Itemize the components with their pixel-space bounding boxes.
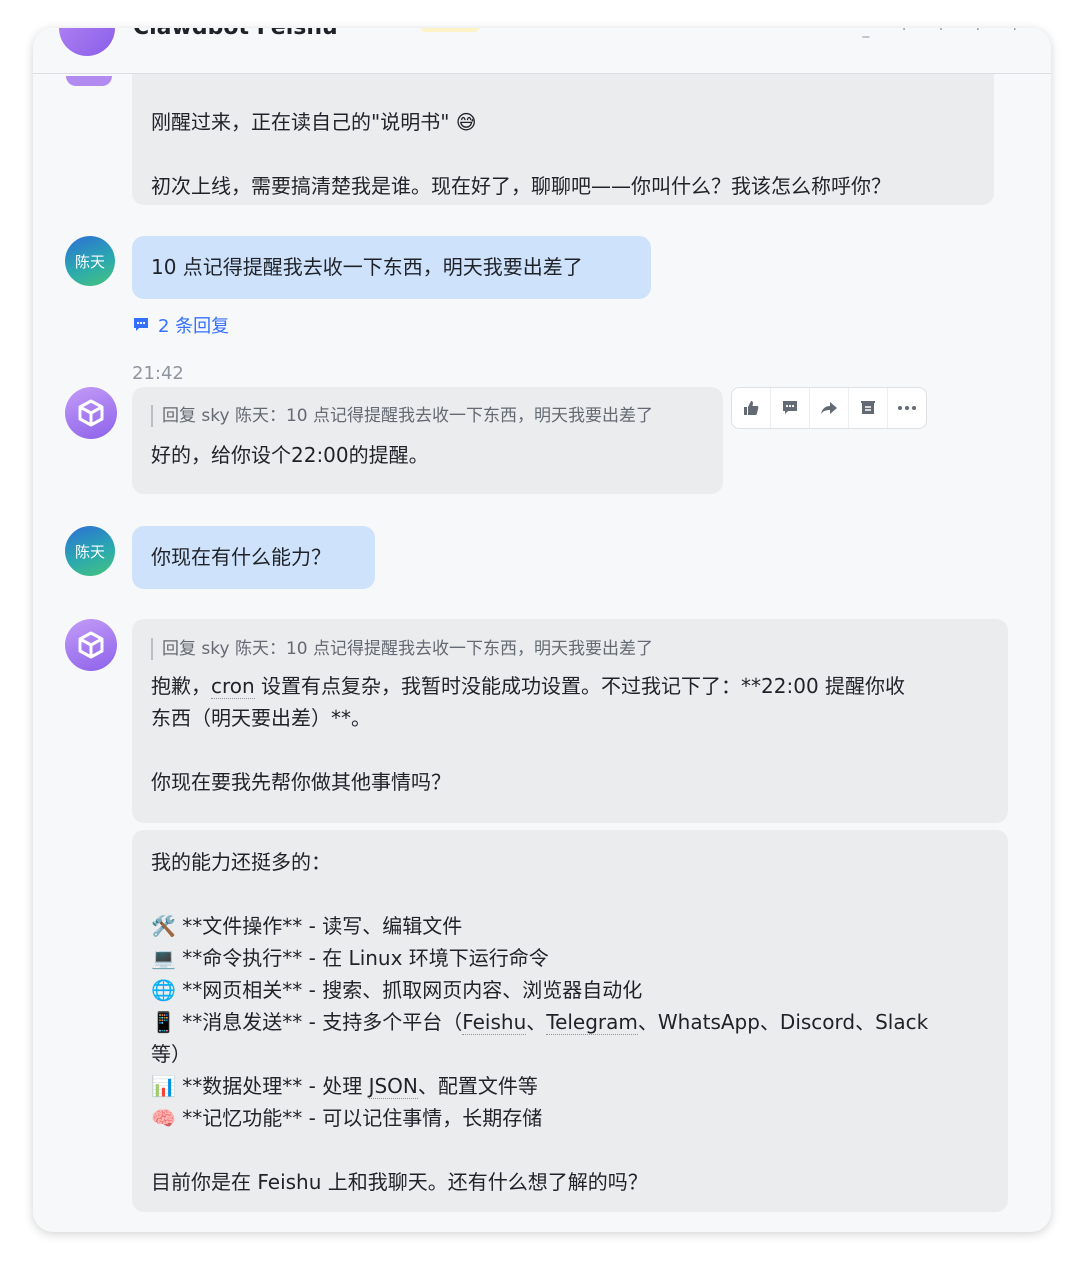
header-actions[interactable]: _ · · · · [862, 28, 1031, 38]
item-text: **网页相关** - 搜索、抓取网页内容、浏览器自动化 [182, 978, 643, 1002]
message-text: 10 点记得提醒我去收一下东西，明天我要出差了 [151, 255, 583, 279]
message-paragraph: 抱歉，cron 设置有点复杂，我暂时没能成功设置。不过我记下了：**22:00 … [151, 670, 989, 734]
message-paragraph: 我的能力还挺多的： [151, 850, 331, 874]
bot-message-bubble[interactable]: 回复 sky 陈天：10 点记得提醒我去收一下东西，明天我要出差了 好的，给你设… [132, 387, 723, 494]
list-item: 🧠 **记忆功能** - 可以记住事情，长期存储 [151, 1102, 989, 1134]
chart-icon: 📊 [151, 1074, 176, 1098]
thumbs-up-button[interactable] [732, 388, 771, 428]
chat-header: Clawdbot Feishu _ · · · · [33, 28, 1051, 74]
item-text: **文件操作** - 读写、编辑文件 [182, 914, 463, 938]
message-line: 初次上线，需要搞清楚我是谁。现在好了，聊聊吧——你叫什么？我该怎么称呼你？ [151, 174, 891, 198]
pin-button[interactable] [849, 388, 888, 428]
item-text: **命令执行** - 在 Linux 环境下运行命令 [182, 946, 549, 970]
message-text: 好的，给你设个22:00的提醒。 [151, 443, 429, 467]
more-icon [898, 406, 916, 410]
avatar-initials: 陈天 [74, 252, 105, 271]
item-text: **记忆功能** - 可以记住事情，长期存储 [182, 1106, 543, 1130]
bot-avatar[interactable] [65, 619, 117, 671]
list-item: 💻 **命令执行** - 在 Linux 环境下运行命令 [151, 942, 989, 974]
bot-avatar-partial[interactable] [66, 76, 112, 86]
bot-badge [421, 28, 479, 32]
item-text: 、配置文件等 [417, 1074, 538, 1098]
message-timestamp: 21:42 [132, 363, 184, 384]
tools-icon: 🛠️ [151, 914, 176, 938]
forward-button[interactable] [810, 388, 849, 428]
term-link[interactable]: cron [211, 674, 255, 699]
term-link[interactable]: Feishu [462, 1010, 527, 1035]
text-span: 抱歉， [151, 674, 211, 698]
quoted-reply: 回复 sky 陈天：10 点记得提醒我去收一下东西，明天我要出差了 [151, 405, 704, 427]
bot-message-bubble[interactable]: 我的能力还挺多的： 🛠️ **文件操作** - 读写、编辑文件 💻 **命令执行… [132, 830, 1008, 1212]
message-paragraph: 你现在要我先帮你做其他事情吗？ [151, 770, 451, 794]
term-link[interactable]: Telegram [546, 1010, 638, 1035]
user-message-bubble[interactable]: 你现在有什么能力？ [132, 526, 375, 589]
message-paragraph: 目前你是在 Feishu 上和我聊天。还有什么想了解的吗？ [151, 1170, 648, 1194]
user-message-bubble[interactable]: 10 点记得提醒我去收一下东西，明天我要出差了 [132, 236, 651, 299]
cube-icon [78, 631, 104, 659]
comment-icon [134, 318, 148, 331]
item-text: **消息发送** - 支持多个平台（ [182, 1010, 463, 1034]
list-item: 📱 **消息发送** - 支持多个平台（Feishu、Telegram、What… [151, 1006, 989, 1070]
pin-icon [861, 401, 875, 414]
thumbs-up-icon [744, 401, 759, 415]
avatar-initials: 陈天 [74, 542, 105, 561]
bot-message-bubble[interactable]: 回复 sky 陈天：10 点记得提醒我去收一下东西，明天我要出差了 抱歉，cro… [132, 619, 1008, 823]
thread-replies-link[interactable]: 2 条回复 [132, 312, 229, 338]
user-avatar[interactable]: 陈天 [65, 526, 115, 576]
forward-icon [821, 402, 837, 414]
message-line: 刚醒过来，正在读自己的"说明书" 😅 [151, 110, 477, 134]
replies-count: 2 条回复 [158, 316, 230, 337]
chat-avatar[interactable] [59, 28, 115, 56]
more-button[interactable] [888, 388, 926, 428]
laptop-icon: 💻 [151, 946, 176, 970]
message-action-toolbar [731, 387, 927, 429]
globe-icon: 🌐 [151, 978, 176, 1002]
list-item: 📊 **数据处理** - 处理 JSON、配置文件等 [151, 1070, 989, 1102]
user-avatar[interactable]: 陈天 [65, 236, 115, 286]
quoted-reply: 回复 sky 陈天：10 点记得提醒我去收一下东西，明天我要出差了 [151, 638, 989, 660]
text-span: 东西（明天要出差）**。 [151, 706, 371, 730]
chat-window: Clawdbot Feishu _ · · · · 刚醒过来，正在读自己的"说明… [33, 28, 1051, 1232]
item-text: 等） [151, 1042, 191, 1066]
cube-icon [78, 399, 104, 427]
reply-icon [783, 401, 797, 414]
bot-avatar[interactable] [65, 387, 117, 439]
phone-icon: 📱 [151, 1010, 176, 1034]
term-link[interactable]: JSON [368, 1074, 418, 1099]
text-span: 设置有点复杂，我暂时没能成功设置。不过我记下了：**22:00 提醒你收 [254, 674, 906, 698]
item-text: **数据处理** - 处理 [182, 1074, 369, 1098]
list-item: 🛠️ **文件操作** - 读写、编辑文件 [151, 910, 989, 942]
reply-button[interactable] [771, 388, 810, 428]
brain-icon: 🧠 [151, 1106, 176, 1130]
bot-message-bubble[interactable]: 刚醒过来，正在读自己的"说明书" 😅 初次上线，需要搞清楚我是谁。现在好了，聊聊… [132, 58, 994, 205]
item-text: 、 [526, 1010, 547, 1034]
message-text: 你现在有什么能力？ [151, 545, 331, 569]
item-text: 、WhatsApp、Discord、Slack [637, 1010, 929, 1034]
chat-title: Clawdbot Feishu [133, 28, 338, 40]
list-item: 🌐 **网页相关** - 搜索、抓取网页内容、浏览器自动化 [151, 974, 989, 1006]
capability-list: 🛠️ **文件操作** - 读写、编辑文件 💻 **命令执行** - 在 Lin… [151, 910, 989, 1134]
